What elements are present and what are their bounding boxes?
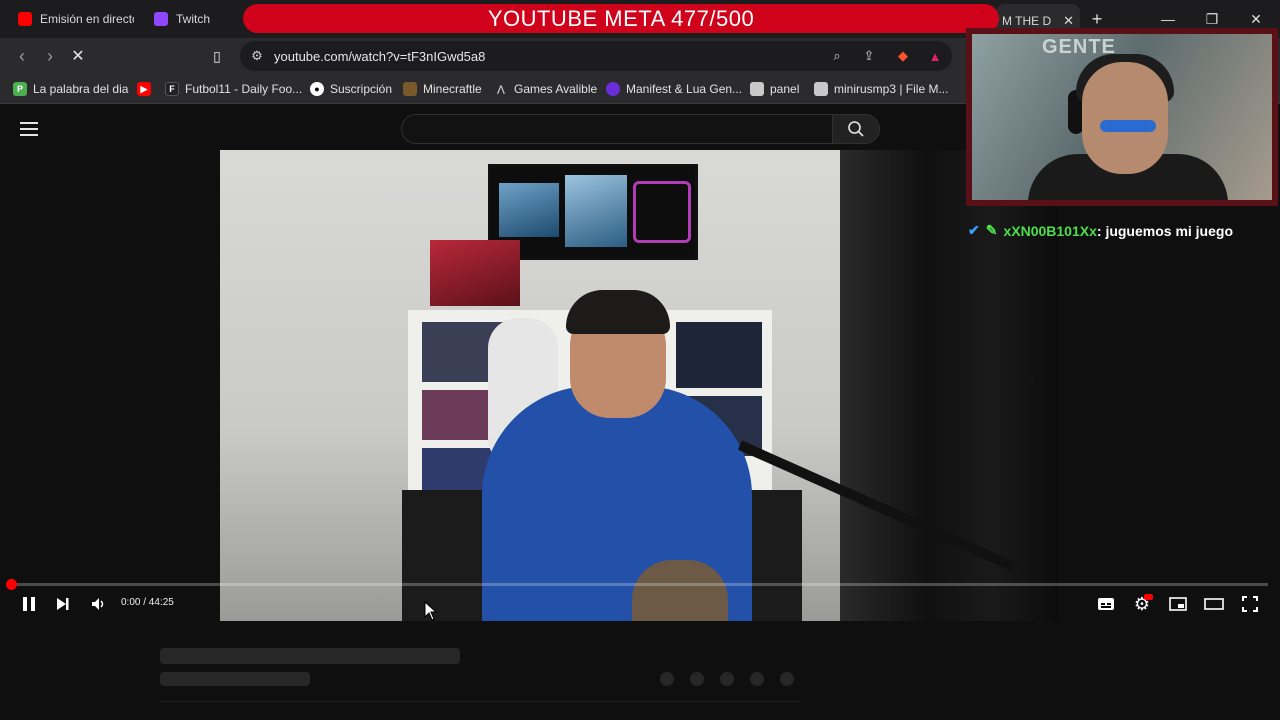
tab-label: Twitch — [176, 12, 211, 26]
loading-dot — [660, 672, 674, 686]
tab-youtube[interactable]: Emisión en directo — [4, 0, 134, 38]
youtube-icon: ▶ — [137, 82, 151, 96]
goal-banner: YOUTUBE META 477/500 — [243, 4, 999, 33]
bookmark-minecraftle[interactable]: Minecraftle — [403, 80, 482, 98]
hd-badge — [1144, 594, 1153, 600]
bookmark-label: minirusmp3 | File M... — [834, 82, 949, 96]
menu-hamburger-icon[interactable] — [20, 122, 38, 136]
moderator-icon: ✎ — [985, 222, 998, 238]
search-icon[interactable]: ⌕ — [828, 47, 846, 65]
pause-icon — [23, 597, 35, 611]
bookmark-label: Games Avalible — [514, 82, 598, 96]
tab-twitch[interactable]: Twitch — [140, 0, 250, 38]
url-text: youtube.com/watch?v=tF3nIGwd5a8 — [274, 49, 486, 64]
new-tab-button[interactable]: + — [1086, 8, 1108, 30]
scrubber-handle[interactable] — [6, 579, 17, 590]
manifest-icon — [606, 82, 620, 96]
forward-icon[interactable]: › — [38, 44, 62, 68]
bookmark-games-avalible[interactable]: ⋀ Games Avalible — [494, 80, 597, 98]
miniplayer-button[interactable] — [1166, 592, 1190, 616]
p-icon: P — [13, 82, 27, 96]
sunglasses — [1100, 120, 1156, 132]
webcam-feed: GENTE — [972, 34, 1272, 200]
divider — [160, 701, 800, 702]
games-icon: ⋀ — [497, 83, 505, 94]
motherboard-box — [430, 240, 520, 306]
webcam-overlay: GENTE — [966, 28, 1278, 206]
video-curtain — [840, 150, 1058, 621]
verified-icon: ✔ — [968, 222, 980, 238]
volume-button[interactable] — [88, 592, 110, 616]
address-bar[interactable]: ⚙ youtube.com/watch?v=tF3nIGwd5a8 ⌕ ⇪ ◆ … — [240, 41, 952, 71]
bookmark-label: Manifest & Lua Gen... — [626, 82, 743, 96]
tab-label: M THE D — [1002, 14, 1052, 28]
twitch-icon — [154, 12, 168, 26]
fullscreen-icon — [1242, 596, 1258, 612]
chat-text: juguemos mi juego — [1105, 222, 1234, 239]
goal-banner-text: YOUTUBE META 477/500 — [487, 5, 755, 31]
title-skeleton — [160, 648, 460, 664]
youtube-icon — [18, 12, 32, 26]
bookmark-label: Suscripción — [330, 82, 393, 96]
bookmark-label: panel — [770, 82, 800, 96]
theater-mode-button[interactable] — [1202, 592, 1226, 616]
loading-dot — [780, 672, 794, 686]
bookmark-futbol11[interactable]: F Futbol11 - Daily Foo... — [165, 80, 302, 98]
close-icon[interactable]: ✕ — [1063, 13, 1074, 29]
bookmark-la-palabra[interactable]: P La palabra del dia — [13, 80, 128, 98]
file-icon — [814, 82, 828, 96]
next-icon — [57, 598, 69, 610]
next-button[interactable] — [52, 592, 74, 616]
bookmark-label: Minecraftle — [423, 82, 482, 96]
bookmark-suscripcion[interactable]: ● Suscripción — [310, 80, 392, 98]
screen: Emisión en directo Twitch M THE D ✕ + — … — [0, 0, 1280, 720]
channel-skeleton — [160, 672, 310, 686]
streamer-headphones — [566, 290, 670, 334]
bookmark-minirusmp3[interactable]: minirusmp3 | File M... — [814, 80, 948, 98]
cat — [632, 560, 728, 621]
loading-dot — [720, 672, 734, 686]
minecraft-icon — [403, 82, 417, 96]
tab-label: Emisión en directo — [40, 12, 134, 26]
video-player[interactable] — [220, 150, 1058, 621]
stop-loading-icon[interactable]: ✕ — [66, 44, 90, 68]
brave-shield-icon[interactable]: ◆ — [894, 47, 912, 65]
subtitles-icon — [1098, 598, 1114, 610]
bookmark-icon[interactable]: ▯ — [205, 44, 229, 68]
settings-button[interactable]: ⚙ — [1130, 592, 1154, 616]
back-icon[interactable]: ‹ — [10, 44, 34, 68]
miniplayer-icon — [1169, 597, 1187, 611]
bookmark-panel[interactable]: panel — [750, 80, 799, 98]
time-display: 0:00 / 44:25 — [121, 597, 174, 608]
bookmark-youtube[interactable]: ▶ — [137, 80, 151, 98]
site-settings-icon[interactable]: ⚙ — [248, 47, 266, 65]
bookmark-label: Futbol11 - Daily Foo... — [185, 82, 303, 96]
chat-username: xXN00B101Xx — [1003, 222, 1097, 239]
bookmark-label: La palabra del dia — [33, 82, 129, 96]
youtube-search-button[interactable] — [832, 114, 880, 144]
search-icon — [848, 121, 864, 137]
progress-bar[interactable] — [12, 583, 1268, 586]
panel-icon — [750, 82, 764, 96]
theater-icon — [1204, 598, 1224, 610]
share-icon[interactable]: ⇪ — [860, 47, 878, 65]
pause-button[interactable] — [18, 592, 40, 616]
fullscreen-button[interactable] — [1238, 592, 1262, 616]
futbol11-icon: F — [165, 82, 179, 96]
chat-message: ✔ ✎ xXN00B101Xx: juguemos mi juego — [968, 222, 1234, 239]
subtitles-button[interactable] — [1094, 592, 1118, 616]
volume-icon — [92, 598, 104, 610]
brave-rewards-icon[interactable]: ▲ — [926, 47, 944, 65]
bookmark-manifest[interactable]: Manifest & Lua Gen... — [606, 80, 742, 98]
youtube-search-input[interactable] — [401, 114, 833, 144]
loading-dot — [750, 672, 764, 686]
loading-dot — [690, 672, 704, 686]
circle-icon: ● — [310, 82, 324, 96]
